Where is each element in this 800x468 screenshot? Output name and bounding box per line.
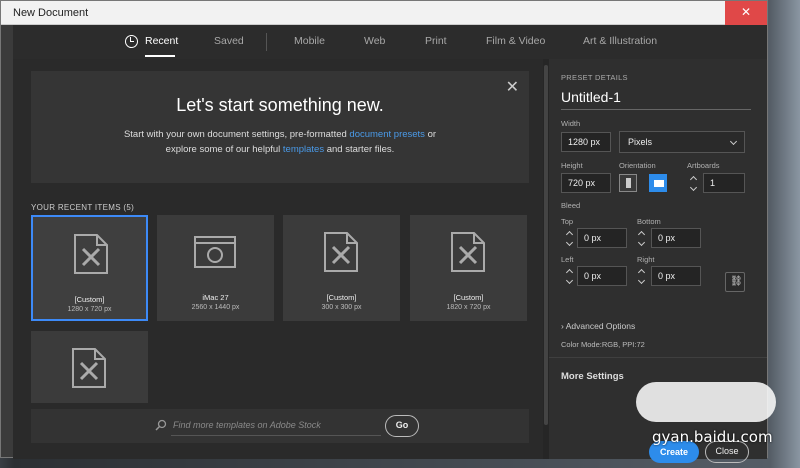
bleed-left-label: Left — [561, 255, 574, 264]
bleed-bottom-field[interactable]: 0 px — [651, 228, 701, 248]
custom-doc-icon — [74, 234, 108, 274]
tab-divider — [266, 33, 267, 51]
preset-details-heading: PRESET DETAILS — [561, 73, 628, 82]
recent-items-label: YOUR RECENT ITEMS (5) — [31, 203, 134, 212]
search-input[interactable]: Find more templates on Adobe Stock — [173, 420, 321, 430]
window-close-button[interactable]: ✕ — [725, 1, 767, 25]
unit-dropdown-value: Pixels — [628, 137, 653, 147]
document-name-underline — [561, 109, 751, 110]
recent-item-card[interactable]: [Custom] 1820 x 720 px — [410, 215, 527, 321]
landscape-figure — [654, 180, 664, 187]
recent-item-name: [Custom] — [326, 293, 357, 302]
tab-web[interactable]: Web — [364, 35, 385, 47]
height-label: Height — [561, 161, 583, 170]
height-field[interactable]: 720 px — [561, 173, 611, 193]
chevron-down-icon — [729, 137, 738, 146]
bleed-label: Bleed — [561, 201, 581, 210]
bleed-top-field[interactable]: 0 px — [577, 228, 627, 248]
welcome-text-part: explore some of our helpful — [165, 144, 283, 155]
bleed-bottom-stepper[interactable] — [637, 229, 647, 247]
tab-film-video[interactable]: Film & Video — [486, 35, 545, 47]
watermark-text: gyan.baidu.com — [652, 428, 773, 446]
recent-item-size: 2560 x 1440 px — [191, 304, 240, 311]
tab-saved[interactable]: Saved — [214, 35, 244, 47]
orientation-label: Orientation — [619, 161, 656, 170]
width-label: Width — [561, 119, 581, 128]
tab-art-illustration[interactable]: Art & Illustration — [583, 35, 657, 47]
tab-recent[interactable]: Recent — [145, 35, 178, 47]
tab-print[interactable]: Print — [425, 35, 447, 47]
bleed-right-label: Right — [637, 255, 655, 264]
recent-item-name: [Custom] — [453, 293, 484, 302]
artboards-stepper[interactable] — [689, 174, 699, 192]
web-doc-icon — [194, 236, 236, 268]
recent-panel: Let's start something new. Start with yo… — [13, 59, 543, 459]
active-tab-indicator — [145, 55, 175, 57]
welcome-banner: Let's start something new. Start with yo… — [31, 71, 529, 183]
welcome-title: Let's start something new. — [176, 95, 384, 115]
recent-item-card[interactable]: iMac 27 2560 x 1440 px — [157, 215, 274, 321]
watermark-blob — [636, 382, 776, 422]
document-presets-link[interactable]: document presets — [349, 129, 425, 140]
bleed-left-field[interactable]: 0 px — [577, 266, 627, 286]
document-name-field[interactable]: Untitled-1 — [561, 89, 621, 105]
stock-search-bar: Find more templates on Adobe Stock Go — [31, 409, 529, 443]
link-bleed-button[interactable]: ⛓ — [725, 272, 745, 292]
recent-item-size: 300 x 300 px — [321, 304, 362, 311]
recent-items-count: (5) — [123, 203, 135, 212]
custom-doc-icon — [324, 232, 358, 272]
custom-doc-icon — [72, 348, 106, 388]
bleed-left-stepper[interactable] — [565, 267, 575, 285]
portrait-orientation-icon[interactable] — [619, 174, 637, 192]
bleed-right-stepper[interactable] — [637, 267, 647, 285]
custom-doc-icon — [451, 232, 485, 272]
window-title: New Document — [13, 7, 89, 19]
advanced-options-label: Advanced Options — [565, 321, 636, 331]
recent-item-card[interactable] — [31, 331, 148, 403]
recent-items-title: YOUR RECENT ITEMS — [31, 203, 121, 212]
recent-item-card[interactable]: [Custom] 1280 x 720 px — [31, 215, 148, 321]
color-mode-text: Color Mode:RGB, PPI:72 — [561, 340, 645, 349]
clock-icon — [125, 35, 138, 48]
scroll-thumb[interactable] — [544, 65, 548, 425]
recent-item-name: [Custom] — [74, 295, 105, 304]
close-banner-icon[interactable]: ✕ — [506, 77, 519, 97]
title-bar: New Document ✕ — [1, 1, 767, 25]
welcome-text-part: or — [424, 129, 437, 140]
divider — [549, 357, 767, 358]
welcome-text-part: Start with your own document settings, p… — [123, 129, 350, 140]
welcome-text-part: and starter files. — [324, 144, 395, 155]
welcome-text: Start with your own document settings, p… — [31, 127, 529, 157]
go-button[interactable]: Go — [385, 415, 419, 437]
preset-tabs: Recent Saved Mobile Web Print Film & Vid… — [13, 25, 767, 59]
more-settings-button[interactable]: More Settings — [561, 371, 624, 382]
portrait-figure — [626, 178, 631, 188]
recent-item-size: 1280 x 720 px — [67, 306, 112, 313]
unit-dropdown[interactable]: Pixels — [619, 131, 745, 153]
link-icon: ⛓ — [730, 276, 743, 287]
artboards-label: Artboards — [687, 161, 720, 170]
width-field[interactable]: 1280 px — [561, 132, 611, 152]
recent-item-size: 1820 x 720 px — [446, 304, 491, 311]
search-icon — [155, 419, 167, 431]
bleed-bottom-label: Bottom — [637, 217, 661, 226]
bleed-right-field[interactable]: 0 px — [651, 266, 701, 286]
recent-item-name: iMac 27 — [202, 293, 229, 302]
search-underline — [171, 435, 381, 436]
advanced-options-toggle[interactable]: › Advanced Options — [561, 321, 635, 331]
templates-link[interactable]: templates — [283, 144, 324, 155]
bleed-top-label: Top — [561, 217, 574, 226]
landscape-orientation-icon[interactable] — [649, 174, 667, 192]
recent-item-card[interactable]: [Custom] 300 x 300 px — [283, 215, 400, 321]
tab-mobile[interactable]: Mobile — [294, 35, 325, 47]
artboards-field[interactable]: 1 — [703, 173, 745, 193]
bleed-top-stepper[interactable] — [565, 229, 575, 247]
